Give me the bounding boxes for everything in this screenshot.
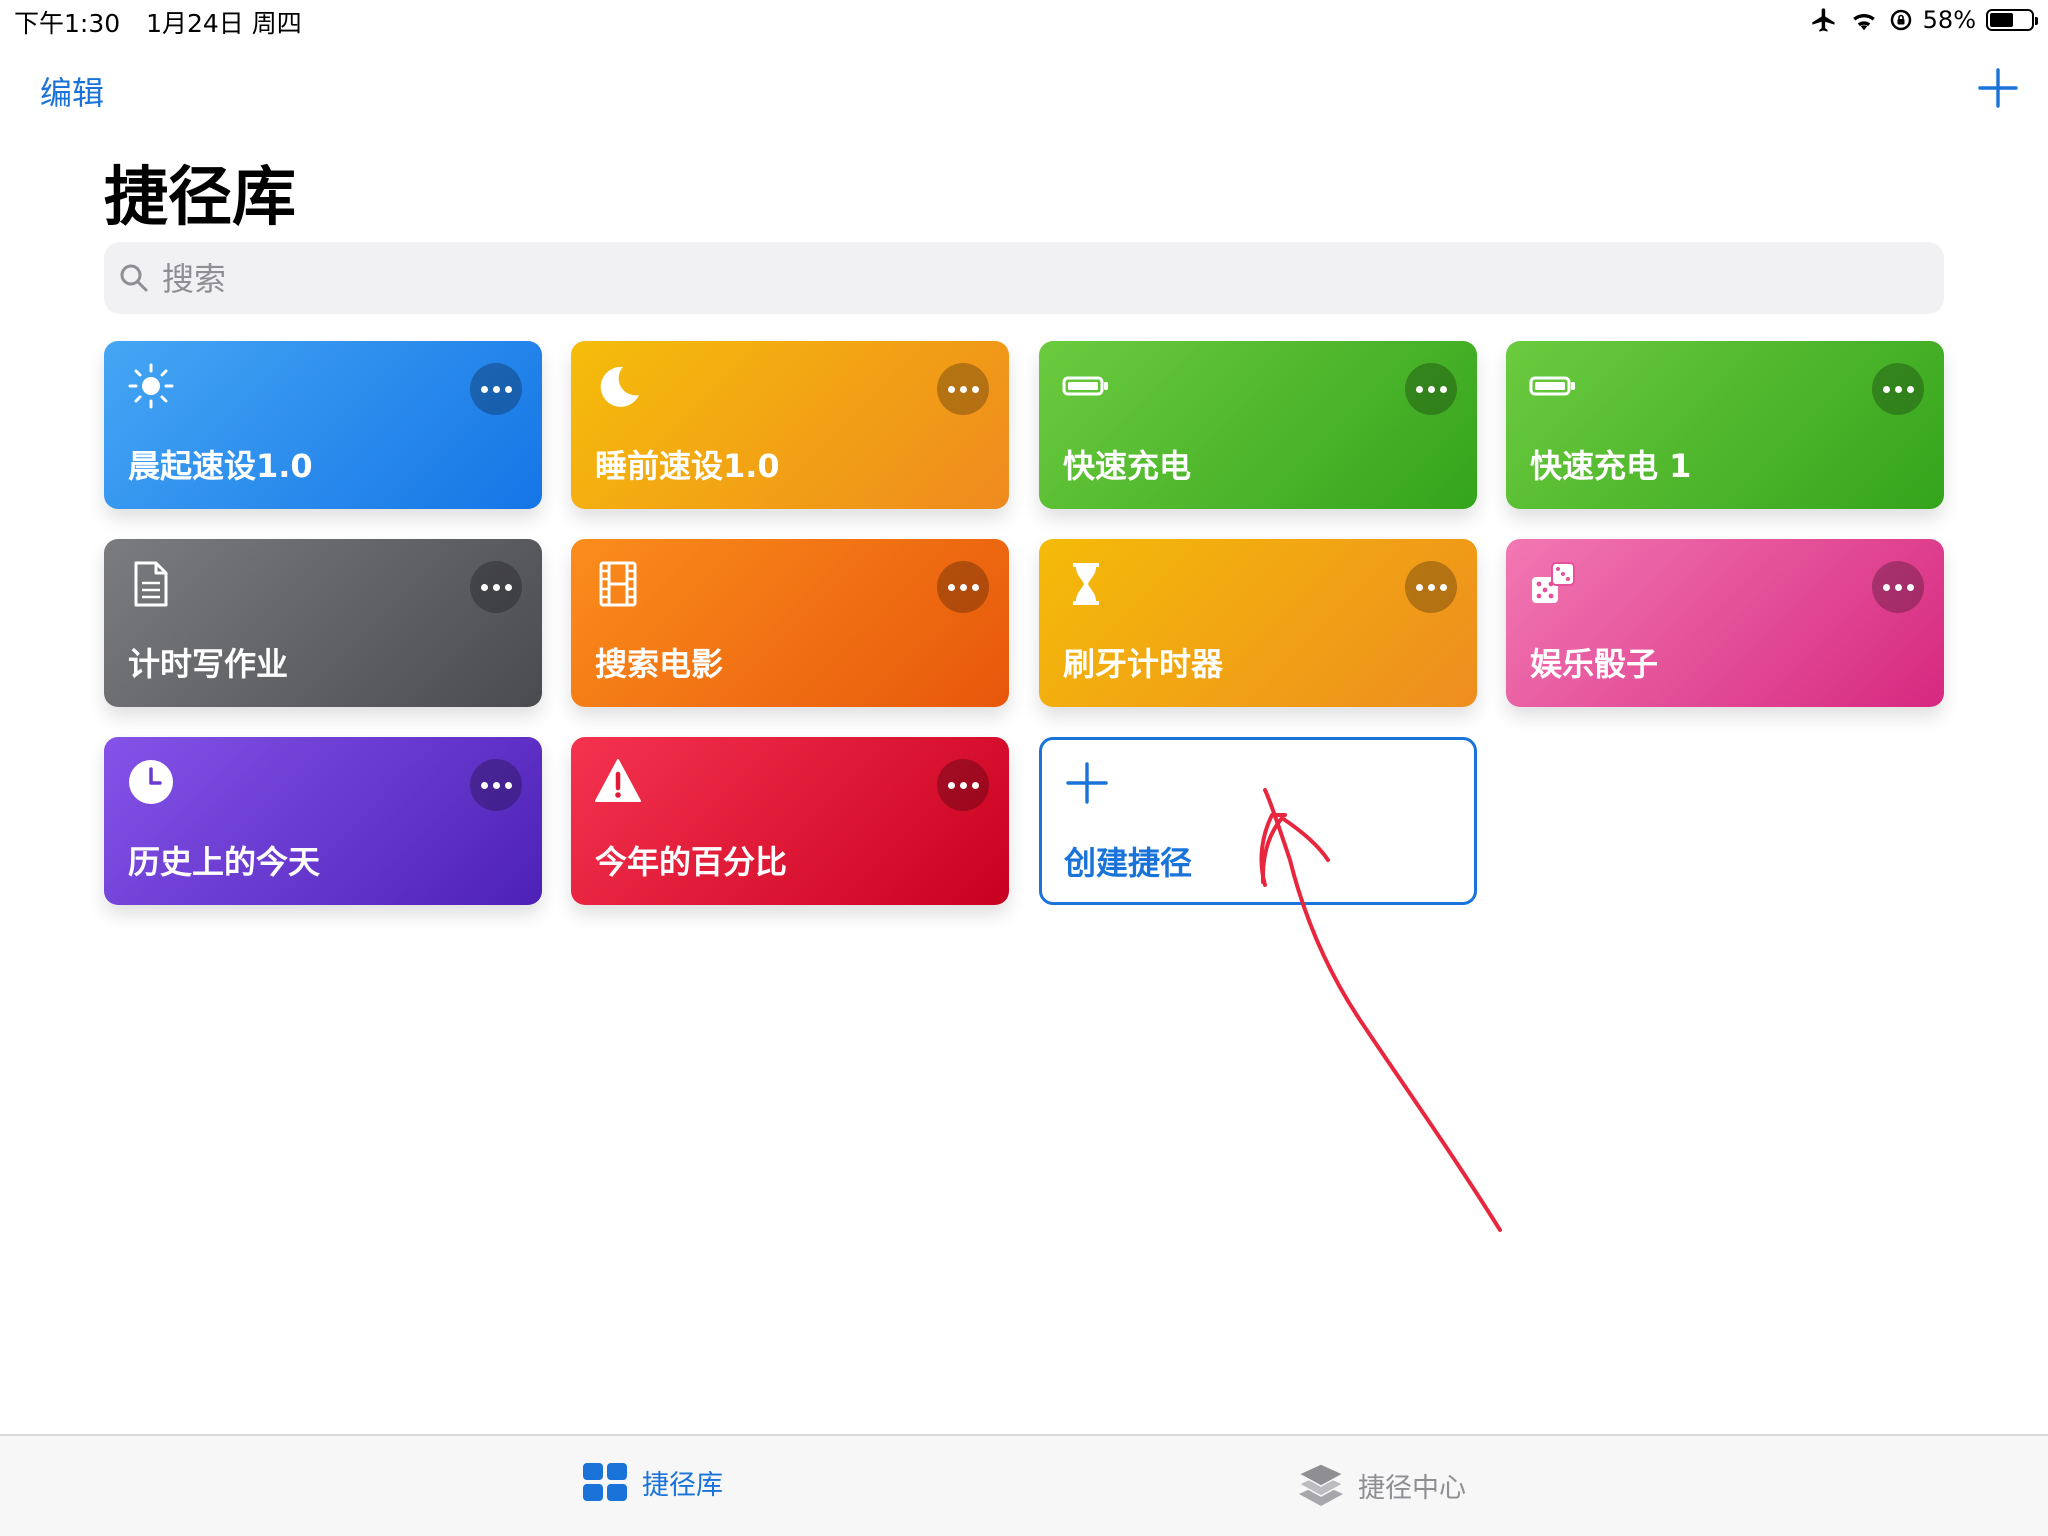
create-shortcut-label: 创建捷径 bbox=[1064, 844, 1193, 882]
battery-icon bbox=[1529, 376, 1575, 396]
edit-button[interactable]: 编辑 bbox=[40, 68, 104, 114]
status-date: 1月24日 周四 bbox=[146, 9, 302, 38]
layers-icon bbox=[1298, 1463, 1344, 1506]
more-button[interactable] bbox=[470, 759, 522, 811]
plus-icon[interactable] bbox=[1976, 66, 2020, 110]
dice-icon bbox=[1532, 562, 1575, 603]
status-right: 58% bbox=[1809, 4, 2038, 36]
airplane-icon bbox=[1811, 8, 1835, 32]
more-button[interactable] bbox=[470, 363, 522, 415]
clock-icon bbox=[129, 760, 173, 804]
shortcut-label: 快速充电 1 bbox=[1530, 447, 1692, 485]
shortcut-label: 娱乐骰子 bbox=[1530, 645, 1659, 683]
battery-percent: 58% bbox=[1922, 6, 1976, 34]
page-title: 捷径库 bbox=[104, 161, 296, 235]
document-icon bbox=[134, 561, 168, 607]
shortcut-card[interactable]: 晨起速设1.0 bbox=[104, 341, 542, 509]
film-icon bbox=[599, 561, 637, 607]
status-bar: 下午1:30 1月24日 周四 58% bbox=[0, 0, 2048, 40]
warning-icon bbox=[595, 759, 641, 802]
battery-icon bbox=[1062, 376, 1108, 396]
shortcut-label: 搜索电影 bbox=[595, 645, 724, 683]
more-button[interactable] bbox=[937, 561, 989, 613]
more-button[interactable] bbox=[937, 759, 989, 811]
shortcut-card[interactable]: 快速充电 1 bbox=[1506, 341, 1944, 509]
search-icon bbox=[120, 264, 148, 292]
shortcut-card[interactable]: 娱乐骰子 bbox=[1506, 539, 1944, 707]
shortcut-label: 快速充电 bbox=[1063, 447, 1192, 485]
status-time: 下午1:30 bbox=[14, 9, 121, 38]
shortcut-card[interactable]: 计时写作业 bbox=[104, 539, 542, 707]
shortcut-label: 今年的百分比 bbox=[595, 843, 788, 881]
search-input[interactable] bbox=[160, 242, 1924, 316]
wifi-icon bbox=[1852, 14, 1875, 31]
status-left: 下午1:30 1月24日 周四 bbox=[14, 4, 320, 40]
more-button[interactable] bbox=[1405, 363, 1457, 415]
tab-gallery[interactable]: 捷径中心 bbox=[1298, 1462, 1466, 1508]
tab-label: 捷径库 bbox=[642, 1469, 723, 1501]
shortcut-label: 计时写作业 bbox=[128, 645, 289, 683]
more-button[interactable] bbox=[470, 561, 522, 613]
shortcut-label: 睡前速设1.0 bbox=[595, 447, 780, 485]
plus-icon bbox=[1066, 762, 1108, 804]
search-bar[interactable] bbox=[104, 242, 1944, 316]
shortcut-card[interactable]: 睡前速设1.0 bbox=[571, 341, 1009, 509]
tab-bar: 捷径库 捷径中心 bbox=[0, 1434, 2048, 1536]
tab-library[interactable]: 捷径库 bbox=[582, 1462, 723, 1502]
shortcut-label: 历史上的今天 bbox=[128, 843, 321, 881]
battery-fill bbox=[1990, 13, 2014, 27]
hourglass-icon bbox=[1073, 563, 1099, 605]
more-button[interactable] bbox=[1405, 561, 1457, 613]
create-shortcut-card[interactable]: 创建捷径 bbox=[1039, 737, 1477, 905]
more-button[interactable] bbox=[937, 363, 989, 415]
shortcut-card[interactable]: 今年的百分比 bbox=[571, 737, 1009, 905]
battery-icon bbox=[1986, 9, 2038, 31]
shortcut-label: 晨起速设1.0 bbox=[128, 447, 313, 485]
shortcut-card[interactable]: 历史上的今天 bbox=[104, 737, 542, 905]
grid-icon bbox=[583, 1463, 627, 1501]
shortcut-card[interactable]: 刷牙计时器 bbox=[1039, 539, 1477, 707]
shortcuts-app: 下午1:30 1月24日 周四 58% 编辑 捷径库 搜索 晨起速设1.0 睡前… bbox=[0, 0, 2048, 1536]
tab-label: 捷径中心 bbox=[1358, 1472, 1466, 1504]
more-button[interactable] bbox=[1872, 363, 1924, 415]
shortcut-card[interactable]: 快速充电 bbox=[1039, 341, 1477, 509]
moon-icon bbox=[600, 366, 639, 407]
shortcut-label: 刷牙计时器 bbox=[1063, 645, 1224, 683]
sun-icon bbox=[128, 363, 174, 409]
orientation-lock-icon bbox=[1890, 9, 1911, 31]
shortcut-card[interactable]: 搜索电影 bbox=[571, 539, 1009, 707]
more-button[interactable] bbox=[1872, 561, 1924, 613]
